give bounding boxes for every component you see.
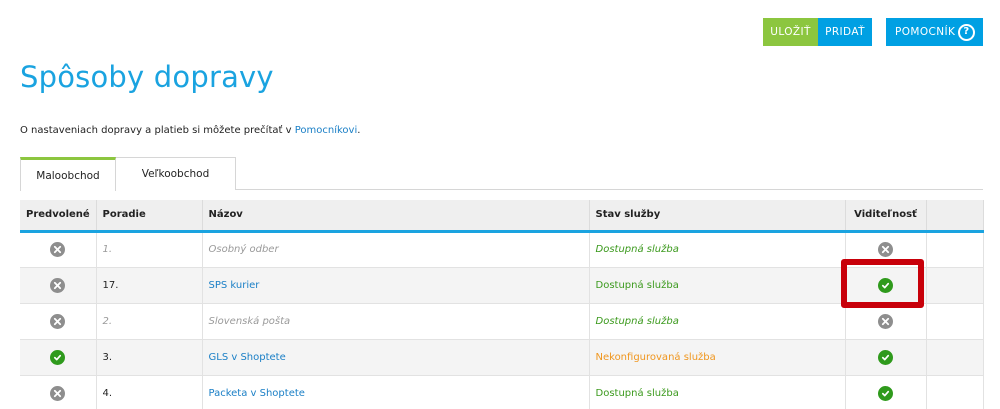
name-cell[interactable]: Packeta v Shoptete: [202, 375, 590, 409]
name-cell[interactable]: Slovenská pošta: [202, 303, 590, 340]
check-icon[interactable]: [878, 349, 893, 365]
default-cell: [20, 375, 97, 409]
check-icon[interactable]: [878, 277, 893, 293]
order-cell: 4.: [96, 375, 203, 409]
tab-bar: Maloobchod Veľkoobchod: [20, 157, 983, 191]
question-mark-icon: ?: [958, 23, 975, 41]
actions-cell: [926, 375, 984, 409]
table-row: 17. SPS kurier Dostupná služba: [20, 267, 984, 304]
table-row: 2. Slovenská pošta Dostupná služba: [20, 303, 984, 340]
default-cell: [20, 339, 97, 376]
x-icon[interactable]: [878, 242, 893, 257]
column-header-default[interactable]: Predvolené: [20, 200, 97, 233]
visibility-cell: [845, 267, 927, 304]
order-cell: 3.: [96, 339, 203, 376]
intro-text-body: O nastaveniach dopravy a platieb si môže…: [20, 125, 295, 136]
default-cell: [20, 267, 97, 304]
state-cell: Dostupná služba: [589, 303, 846, 340]
check-icon[interactable]: [878, 385, 893, 401]
tab-retail[interactable]: Maloobchod: [20, 157, 116, 191]
visibility-cell: [845, 339, 927, 376]
x-icon[interactable]: [878, 313, 893, 329]
order-cell: 1.: [96, 231, 203, 268]
table-header-row: Predvolené Poradie Názov Stav služby Vid…: [20, 200, 984, 233]
intro-text-end: .: [357, 125, 361, 136]
visibility-cell: [845, 303, 927, 340]
table-row: 3. GLS v Shoptete Nekonfigurovaná služba: [20, 339, 984, 376]
help-link[interactable]: Pomocníkovi: [295, 125, 358, 136]
column-header-visibility[interactable]: Viditeľnosť: [845, 200, 927, 233]
column-header-state[interactable]: Stav služby: [589, 200, 846, 233]
state-cell: Dostupná služba: [589, 267, 846, 304]
x-icon[interactable]: [50, 277, 66, 293]
help-button[interactable]: POMOCNÍK ?: [886, 18, 983, 46]
shipping-methods-table: Predvolené Poradie Názov Stav služby Vid…: [20, 200, 984, 409]
help-button-label: POMOCNÍK: [895, 26, 956, 38]
default-cell: [20, 303, 97, 340]
add-button[interactable]: PRIDAŤ: [818, 18, 872, 46]
name-cell[interactable]: Osobný odber: [202, 231, 590, 268]
default-cell: [20, 231, 97, 268]
actions-cell: [926, 267, 984, 304]
check-icon[interactable]: [50, 349, 66, 365]
column-header-actions: [926, 200, 984, 233]
actions-cell: [926, 339, 984, 376]
column-header-name[interactable]: Názov: [202, 200, 590, 233]
visibility-cell: [845, 231, 927, 268]
order-cell: 2.: [96, 303, 203, 340]
toolbar: ULOŽIŤ PRIDAŤ POMOCNÍK ?: [763, 18, 983, 46]
intro-text: O nastaveniach dopravy a platieb si môže…: [20, 125, 360, 136]
x-icon[interactable]: [50, 313, 66, 329]
state-cell: Nekonfigurovaná služba: [589, 339, 846, 376]
actions-cell: [926, 303, 984, 340]
page-title: Spôsoby dopravy: [20, 60, 274, 94]
visibility-cell: [845, 375, 927, 409]
name-cell[interactable]: GLS v Shoptete: [202, 339, 590, 376]
state-cell: Dostupná služba: [589, 375, 846, 409]
tab-wholesale[interactable]: Veľkoobchod: [116, 157, 236, 190]
save-button[interactable]: ULOŽIŤ: [763, 18, 818, 46]
name-cell[interactable]: SPS kurier: [202, 267, 590, 304]
actions-cell: [926, 231, 984, 268]
state-cell: Dostupná služba: [589, 231, 846, 268]
x-icon[interactable]: [50, 242, 66, 257]
order-cell: 17.: [96, 267, 203, 304]
x-icon[interactable]: [50, 385, 66, 401]
table-row: 4. Packeta v Shoptete Dostupná služba: [20, 375, 984, 409]
table-row: 1. Osobný odber Dostupná služba: [20, 231, 984, 268]
column-header-order[interactable]: Poradie: [96, 200, 203, 233]
